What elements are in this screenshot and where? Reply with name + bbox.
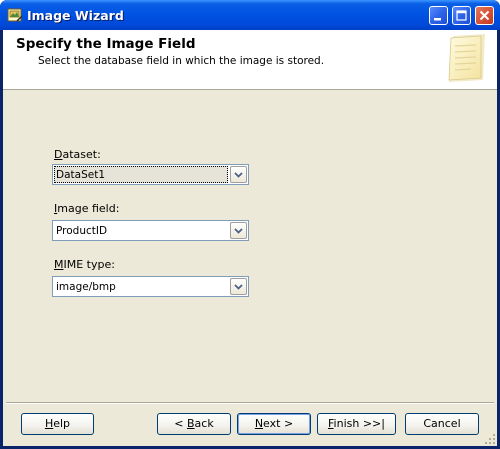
wizard-header: Specify the Image Field Select the datab… — [3, 30, 497, 90]
image-field-label: Image field: — [54, 202, 120, 215]
mime-type-dropdown-button[interactable] — [230, 278, 247, 295]
mime-type-label: MIME type: — [54, 258, 115, 271]
chevron-down-icon — [234, 228, 243, 234]
cancel-button[interactable]: Cancel — [405, 413, 479, 435]
chevron-down-icon — [234, 172, 243, 178]
next-button[interactable]: Next > — [237, 413, 311, 435]
image-field-dropdown[interactable]: ProductID — [52, 220, 249, 241]
maximize-button[interactable] — [452, 6, 471, 25]
chevron-down-icon — [234, 284, 243, 290]
image-wizard-window: Image Wizard Specify the Image Field Sel… — [0, 0, 500, 449]
mime-type-value: image/bmp — [56, 281, 116, 293]
mime-type-dropdown[interactable]: image/bmp — [52, 276, 249, 297]
close-icon — [479, 10, 490, 21]
back-button[interactable]: < Back — [157, 413, 231, 435]
title-bar[interactable]: Image Wizard — [0, 0, 500, 30]
finish-button[interactable]: Finish >>| — [317, 413, 396, 435]
dataset-dropdown-button[interactable] — [230, 166, 247, 183]
minimize-icon — [434, 18, 441, 21]
page-subtitle: Select the database field in which the i… — [38, 55, 325, 67]
wizard-body: Specify the Image Field Select the datab… — [3, 30, 497, 446]
notepad-icon — [445, 32, 489, 84]
help-button[interactable]: Help — [21, 413, 94, 435]
page-title: Specify the Image Field — [16, 36, 196, 52]
minimize-button[interactable] — [429, 6, 448, 25]
dataset-dropdown[interactable]: DataSet1 — [52, 164, 249, 185]
image-field-dropdown-button[interactable] — [230, 222, 247, 239]
window-title: Image Wizard — [27, 8, 124, 23]
image-field-value: ProductID — [56, 225, 108, 237]
dataset-value: DataSet1 — [56, 169, 105, 181]
footer-divider — [6, 402, 494, 404]
maximize-icon — [456, 10, 467, 21]
resize-grip-icon[interactable] — [484, 433, 496, 445]
wizard-icon — [7, 7, 23, 23]
close-button[interactable] — [475, 6, 494, 25]
dataset-label: Dataset: — [54, 148, 101, 161]
